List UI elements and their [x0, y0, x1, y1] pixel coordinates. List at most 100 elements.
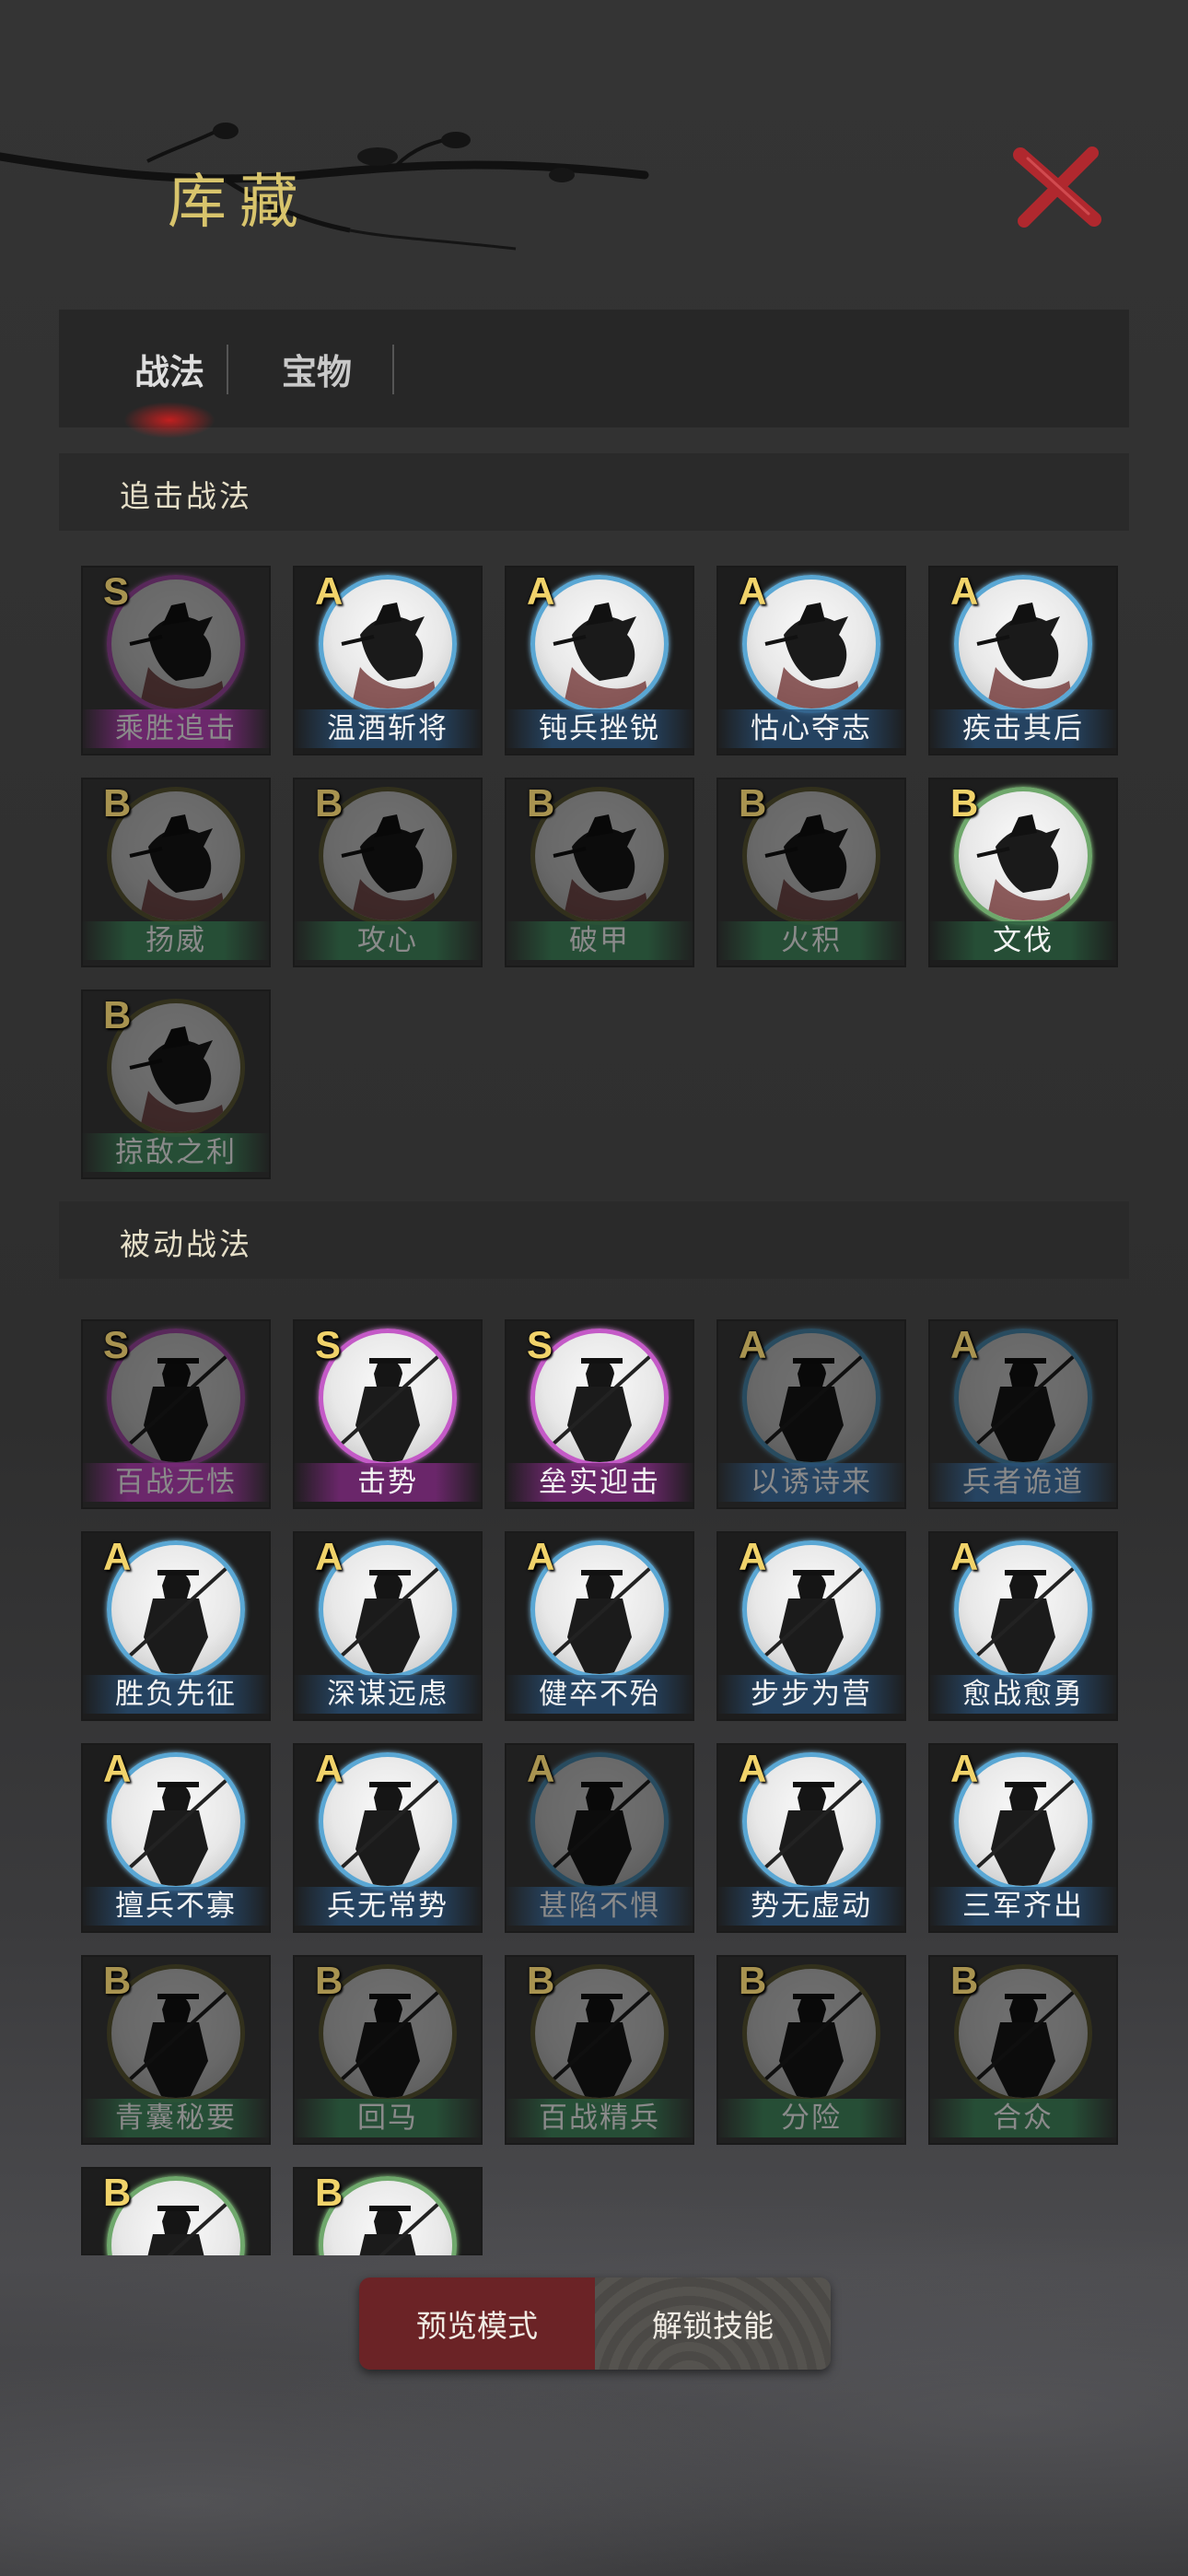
- mode-toggle: 预览模式 解锁技能: [359, 2277, 831, 2370]
- skill-card[interactable]: A 兵无常势: [293, 1743, 483, 1933]
- tab-bar: 战法 宝物: [59, 310, 1129, 439]
- skill-card[interactable]: A 怙心夺志: [716, 566, 906, 755]
- grade-badge: A: [739, 569, 767, 613]
- grade-badge: S: [315, 1323, 342, 1366]
- skill-name: 以诱诗来: [716, 1463, 906, 1502]
- skill-card[interactable]: A 三军齐出: [928, 1743, 1118, 1933]
- grade-badge: A: [103, 1535, 132, 1578]
- skill-name: 步步为营: [716, 1675, 906, 1714]
- skill-card[interactable]: B 百战精兵: [505, 1955, 694, 2145]
- skill-name: 钝兵挫锐: [505, 709, 694, 748]
- grade-badge: A: [315, 1535, 344, 1578]
- grade-badge: S: [103, 569, 130, 613]
- skill-card[interactable]: B: [293, 2167, 483, 2255]
- grade-badge: A: [527, 1747, 555, 1790]
- skill-name: 擅兵不寡: [81, 1887, 271, 1926]
- skill-card[interactable]: A 愈战愈勇: [928, 1531, 1118, 1721]
- skill-card[interactable]: A 温酒斩将: [293, 566, 483, 755]
- skill-card[interactable]: B 回马: [293, 1955, 483, 2145]
- grade-badge: A: [950, 1323, 979, 1366]
- grade-badge: A: [103, 1747, 132, 1790]
- grade-badge: A: [315, 1747, 344, 1790]
- skill-name: 分险: [716, 2099, 906, 2137]
- skill-card[interactable]: B 火积: [716, 778, 906, 967]
- skill-card[interactable]: S 垒实迎击: [505, 1319, 694, 1509]
- skill-name: 愈战愈勇: [928, 1675, 1118, 1714]
- grade-badge: S: [527, 1323, 553, 1366]
- section-title: 追击战法: [120, 478, 252, 514]
- skill-card[interactable]: B 破甲: [505, 778, 694, 967]
- skill-name: 百战精兵: [505, 2099, 694, 2137]
- close-x-icon[interactable]: [1011, 146, 1103, 228]
- skill-name: 文伐: [928, 921, 1118, 960]
- grade-badge: A: [739, 1535, 767, 1578]
- skill-name: 温酒斩将: [293, 709, 483, 748]
- grade-badge: A: [950, 569, 979, 613]
- skill-card[interactable]: B 攻心: [293, 778, 483, 967]
- skill-card[interactable]: B 掠敌之利: [81, 989, 271, 1179]
- skill-card[interactable]: A 兵者诡道: [928, 1319, 1118, 1509]
- skill-name: 乘胜追击: [81, 709, 271, 748]
- tab-treasures[interactable]: 宝物: [234, 310, 400, 427]
- skill-card[interactable]: B 文伐: [928, 778, 1118, 967]
- skill-card[interactable]: B 分险: [716, 1955, 906, 2145]
- skill-name: 兵者诡道: [928, 1463, 1118, 1502]
- skill-name: 兵无常势: [293, 1887, 483, 1926]
- grade-badge: B: [315, 1959, 344, 2002]
- unlock-skill-button[interactable]: 解锁技能: [595, 2277, 831, 2370]
- skill-name: 百战无怯: [81, 1463, 271, 1502]
- skill-name: 怙心夺志: [716, 709, 906, 748]
- skill-card[interactable]: S 击势: [293, 1319, 483, 1509]
- section-header-passive: 被动战法: [59, 1201, 1129, 1279]
- grade-badge: A: [739, 1323, 767, 1366]
- skill-name: 回马: [293, 2099, 483, 2137]
- grade-badge: B: [103, 781, 132, 825]
- grade-badge: B: [103, 993, 132, 1036]
- grade-badge: A: [950, 1535, 979, 1578]
- skill-card[interactable]: A 势无虚动: [716, 1743, 906, 1933]
- tab-divider: [392, 345, 394, 394]
- skill-card[interactable]: S 百战无怯: [81, 1319, 271, 1509]
- skill-name: 青囊秘要: [81, 2099, 271, 2137]
- skill-card[interactable]: A 甚陷不惧: [505, 1743, 694, 1933]
- grade-badge: B: [739, 1959, 767, 2002]
- tab-divider: [227, 345, 228, 394]
- grade-badge: A: [739, 1747, 767, 1790]
- skill-name: 攻心: [293, 921, 483, 960]
- page-title: 库藏: [168, 169, 311, 237]
- skill-name: 疾击其后: [928, 709, 1118, 748]
- skill-card[interactable]: A 钝兵挫锐: [505, 566, 694, 755]
- grade-badge: A: [315, 569, 344, 613]
- skill-card[interactable]: A 胜负先征: [81, 1531, 271, 1721]
- skill-name: 合众: [928, 2099, 1118, 2137]
- grade-badge: A: [527, 1535, 555, 1578]
- grade-badge: B: [739, 781, 767, 825]
- skill-card[interactable]: B 合众: [928, 1955, 1118, 2145]
- skill-name: 掠敌之利: [81, 1133, 271, 1172]
- skill-card[interactable]: A 以诱诗来: [716, 1319, 906, 1509]
- skill-card[interactable]: A 擅兵不寡: [81, 1743, 271, 1933]
- skill-name: 火积: [716, 921, 906, 960]
- skill-name: 扬威: [81, 921, 271, 960]
- section-header-chase: 追击战法: [59, 453, 1129, 531]
- preview-mode-button[interactable]: 预览模式: [359, 2277, 595, 2370]
- skill-card[interactable]: A 疾击其后: [928, 566, 1118, 755]
- skill-name: 破甲: [505, 921, 694, 960]
- skill-card[interactable]: A 健卒不殆: [505, 1531, 694, 1721]
- skill-name: 健卒不殆: [505, 1675, 694, 1714]
- skill-card[interactable]: A 步步为营: [716, 1531, 906, 1721]
- grade-badge: B: [103, 1959, 132, 2002]
- grade-badge: S: [103, 1323, 130, 1366]
- skill-card[interactable]: B: [81, 2167, 271, 2255]
- skill-card[interactable]: S 乘胜追击: [81, 566, 271, 755]
- skill-card[interactable]: B 青囊秘要: [81, 1955, 271, 2145]
- skill-card[interactable]: B 扬威: [81, 778, 271, 967]
- ink-branch-decoration: [0, 123, 649, 251]
- grade-badge: A: [527, 569, 555, 613]
- skill-name: 垒实迎击: [505, 1463, 694, 1502]
- skill-card[interactable]: A 深谋远虑: [293, 1531, 483, 1721]
- skill-name: 深谋远虑: [293, 1675, 483, 1714]
- grade-badge: B: [103, 2171, 132, 2214]
- grade-badge: B: [527, 781, 555, 825]
- skill-name: 甚陷不惧: [505, 1887, 694, 1926]
